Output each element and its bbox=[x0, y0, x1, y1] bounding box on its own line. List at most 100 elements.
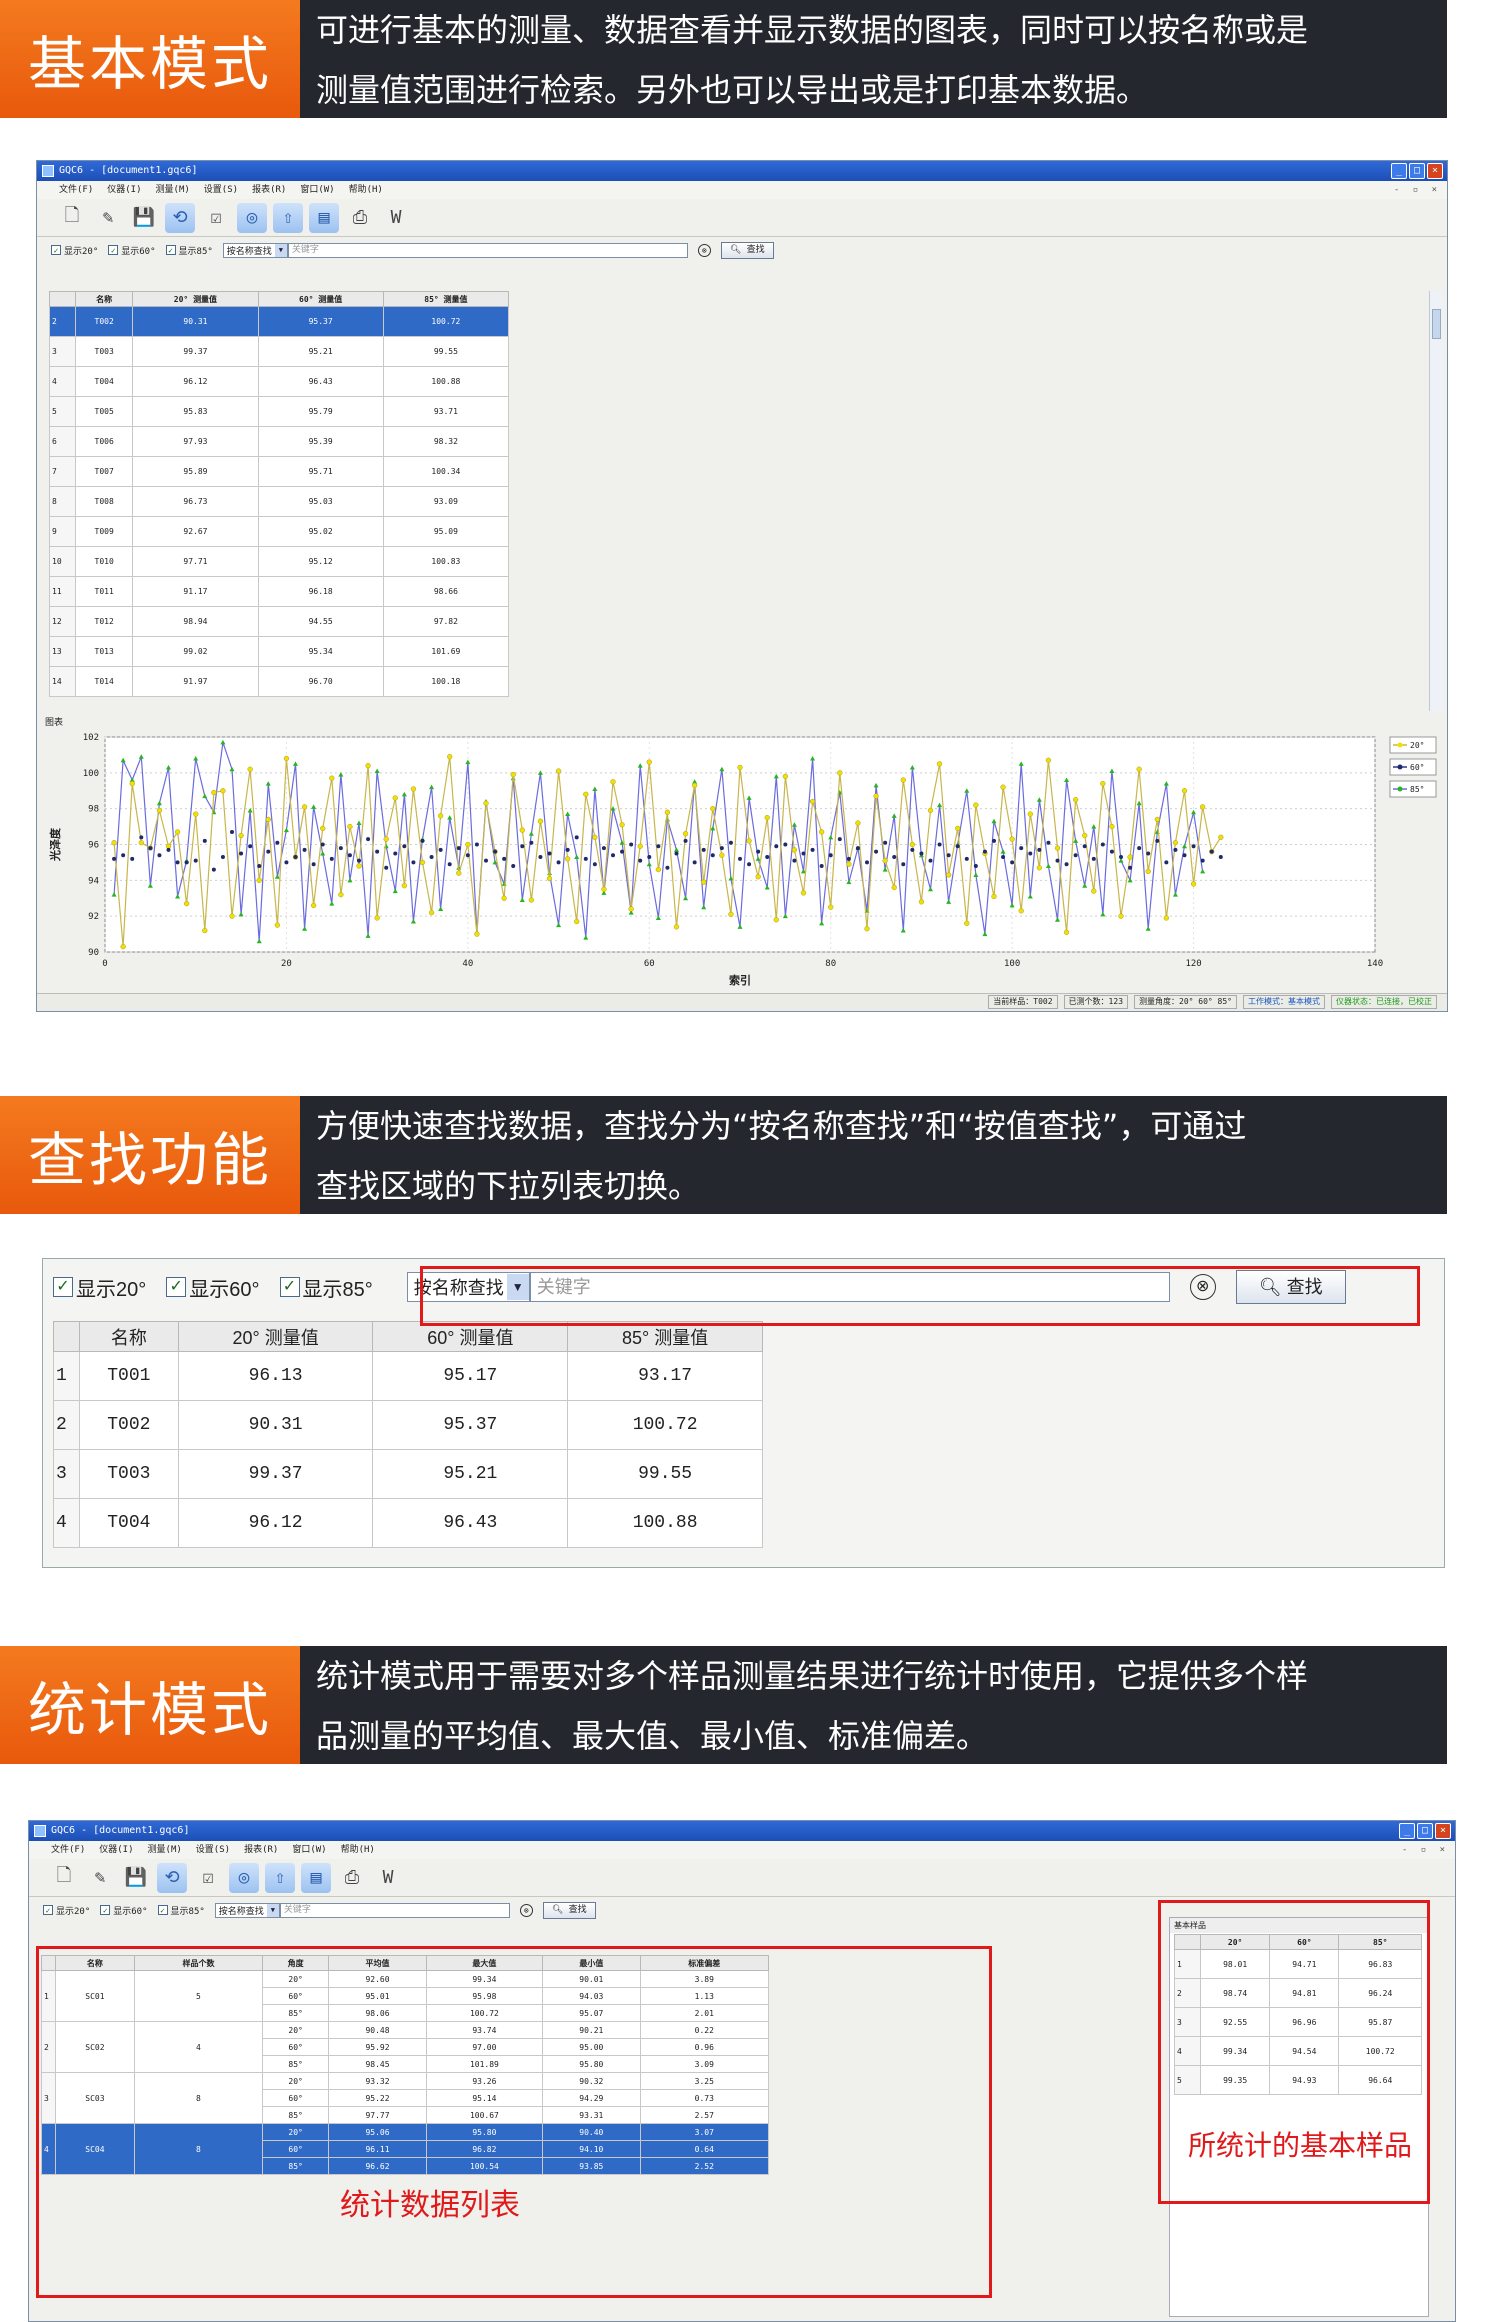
clear-icon[interactable]: ⊗ bbox=[697, 243, 711, 257]
export-word-icon[interactable]: W bbox=[381, 203, 411, 233]
save-icon[interactable]: 💾 bbox=[121, 1863, 151, 1893]
menu-file[interactable]: 文件(F) bbox=[59, 181, 93, 199]
upload-icon[interactable]: ⇧ bbox=[273, 202, 303, 233]
open-file-icon[interactable]: ✎ bbox=[93, 203, 123, 233]
table-row[interactable]: 3 T003 99.37 95.21 99.55 bbox=[49, 336, 510, 367]
keyword-input[interactable]: 关键字 bbox=[279, 1902, 510, 1918]
connect-icon[interactable]: ⟲ bbox=[157, 1862, 187, 1893]
table-row[interactable]: 9 T009 92.67 95.02 95.09 bbox=[49, 516, 510, 547]
table-cell: 96.12 bbox=[132, 366, 259, 397]
menu-instrument[interactable]: 仪器(I) bbox=[99, 1841, 133, 1859]
data-point bbox=[130, 856, 135, 861]
show-20-checkbox[interactable]: ✓ 显示20° bbox=[43, 1904, 90, 1917]
show-20-checkbox[interactable]: ✓ 显示20° bbox=[51, 244, 98, 257]
show-20-checkbox[interactable]: ✓ 显示20° bbox=[53, 1273, 146, 1302]
export-word-icon[interactable]: W bbox=[373, 1863, 403, 1893]
table-row[interactable]: 10 T010 97.71 95.12 100.83 bbox=[49, 546, 510, 577]
close-icon[interactable]: × bbox=[1435, 1823, 1451, 1839]
scrollbar-thumb[interactable] bbox=[1432, 309, 1441, 339]
table-row[interactable]: 2 T002 90.31 95.37 100.72 bbox=[49, 306, 510, 337]
table-row[interactable]: 7 T007 95.89 95.71 100.34 bbox=[49, 456, 510, 487]
table-row[interactable]: 12 T012 98.94 94.55 97.82 bbox=[49, 606, 510, 637]
data-point bbox=[1055, 858, 1060, 863]
table-row[interactable]: 3 T003 99.37 95.21 99.55 bbox=[53, 1449, 763, 1499]
clear-icon[interactable]: ⊗ bbox=[519, 1903, 533, 1917]
search-mode-select[interactable]: 按名称查找 ▼ bbox=[222, 242, 288, 258]
show-60-checkbox[interactable]: ✓ 显示60° bbox=[166, 1273, 260, 1302]
menu-file[interactable]: 文件(F) bbox=[51, 1841, 85, 1859]
table-row[interactable]: 1 T001 96.13 95.17 93.17 bbox=[53, 1351, 763, 1401]
table-row[interactable]: 8 T008 96.73 95.03 93.09 bbox=[49, 486, 510, 517]
row-number: 3 bbox=[53, 1449, 80, 1499]
search-icon: 🔍︎ bbox=[551, 1904, 569, 1915]
menu-instrument[interactable]: 仪器(I) bbox=[107, 181, 141, 199]
data-point bbox=[393, 851, 398, 856]
checkbox-check-icon: ✓ bbox=[157, 1905, 168, 1915]
table-row[interactable]: 6 T006 97.93 95.39 98.32 bbox=[49, 426, 510, 457]
maximize-icon[interactable]: □ bbox=[1409, 163, 1425, 179]
column-header[interactable]: 60° 测量值 bbox=[372, 1321, 569, 1352]
column-header[interactable]: 名称 bbox=[79, 1321, 179, 1352]
mdi-controls[interactable]: - ▫ × bbox=[1402, 1841, 1449, 1859]
upload-icon[interactable]: ⇧ bbox=[265, 1862, 295, 1893]
maximize-icon[interactable]: □ bbox=[1417, 1823, 1433, 1839]
print-icon[interactable]: ⎙ bbox=[337, 1863, 367, 1893]
statistics-icon[interactable]: ▤ bbox=[301, 1862, 331, 1893]
menu-settings[interactable]: 设置(S) bbox=[204, 181, 238, 199]
table-row[interactable]: 4 T004 96.12 96.43 100.88 bbox=[53, 1498, 763, 1548]
menu-window[interactable]: 窗口(W) bbox=[300, 181, 334, 199]
minimize-icon[interactable]: _ bbox=[1399, 1823, 1415, 1839]
column-header[interactable]: 85° 测量值 bbox=[382, 291, 510, 307]
table-row[interactable]: 11 T011 91.17 96.18 98.66 bbox=[49, 576, 510, 607]
menu-settings[interactable]: 设置(S) bbox=[196, 1841, 230, 1859]
search-button[interactable]: 🔍︎ 查找 bbox=[720, 241, 774, 259]
show-60-checkbox[interactable]: ✓ 显示60° bbox=[108, 244, 156, 257]
table-scrollbar[interactable] bbox=[1429, 291, 1443, 711]
column-header[interactable]: 20° 测量值 bbox=[132, 291, 259, 307]
menu-report[interactable]: 报表(R) bbox=[252, 181, 286, 199]
data-point bbox=[629, 842, 634, 847]
search-mode-select[interactable]: 按名称查找 ▼ bbox=[214, 1902, 280, 1918]
show-85-checkbox[interactable]: ✓ 显示85° bbox=[165, 244, 213, 257]
minimize-icon[interactable]: _ bbox=[1391, 163, 1407, 179]
close-icon[interactable]: × bbox=[1427, 163, 1443, 179]
menu-help[interactable]: 帮助(H) bbox=[349, 181, 383, 199]
menu-measure[interactable]: 测量(M) bbox=[148, 1841, 182, 1859]
data-point bbox=[919, 851, 924, 856]
mdi-controls[interactable]: - ▫ × bbox=[1394, 181, 1441, 199]
show-60-checkbox[interactable]: ✓ 显示60° bbox=[100, 1904, 148, 1917]
table-row[interactable]: 5 T005 95.83 95.79 93.71 bbox=[49, 396, 510, 427]
column-header[interactable]: 60° 测量值 bbox=[257, 291, 384, 307]
column-header[interactable]: 名称 bbox=[74, 291, 134, 307]
show-85-checkbox[interactable]: ✓ 显示85° bbox=[157, 1904, 205, 1917]
column-header[interactable] bbox=[53, 1321, 80, 1352]
keyword-input[interactable]: 关键字 bbox=[287, 242, 688, 258]
new-file-icon[interactable]: 🗋 bbox=[49, 1863, 79, 1893]
measure-icon[interactable]: ◎ bbox=[229, 1862, 259, 1893]
table-row[interactable]: 4 T004 96.12 96.43 100.88 bbox=[49, 366, 510, 397]
save-icon[interactable]: 💾 bbox=[129, 203, 159, 233]
column-header[interactable]: 85° 测量值 bbox=[567, 1321, 763, 1352]
menu-window[interactable]: 窗口(W) bbox=[292, 1841, 326, 1859]
table-row[interactable]: 2 T002 90.31 95.37 100.72 bbox=[53, 1400, 763, 1450]
statistics-icon[interactable]: ▤ bbox=[309, 202, 339, 233]
column-header[interactable] bbox=[49, 291, 76, 307]
data-point bbox=[873, 793, 879, 799]
open-file-icon[interactable]: ✎ bbox=[85, 1863, 115, 1893]
table-row[interactable]: 14 T014 91.97 96.70 100.18 bbox=[49, 666, 510, 697]
measure-icon[interactable]: ◎ bbox=[237, 202, 267, 233]
menu-report[interactable]: 报表(R) bbox=[244, 1841, 278, 1859]
column-header[interactable]: 20° 测量值 bbox=[177, 1321, 374, 1352]
print-icon[interactable]: ⎙ bbox=[345, 203, 375, 233]
data-point bbox=[529, 840, 534, 845]
show-85-checkbox[interactable]: ✓ 显示85° bbox=[279, 1273, 373, 1302]
menu-help[interactable]: 帮助(H) bbox=[341, 1841, 375, 1859]
calibrate-icon[interactable]: ☑ bbox=[193, 1863, 223, 1893]
data-point bbox=[366, 837, 371, 842]
menu-measure[interactable]: 测量(M) bbox=[156, 181, 190, 199]
calibrate-icon[interactable]: ☑ bbox=[201, 203, 231, 233]
table-row[interactable]: 13 T013 99.02 95.34 101.69 bbox=[49, 636, 510, 667]
connect-icon[interactable]: ⟲ bbox=[165, 202, 195, 233]
search-button[interactable]: 🔍︎ 查找 bbox=[542, 1901, 596, 1919]
new-file-icon[interactable]: 🗋 bbox=[57, 203, 87, 233]
